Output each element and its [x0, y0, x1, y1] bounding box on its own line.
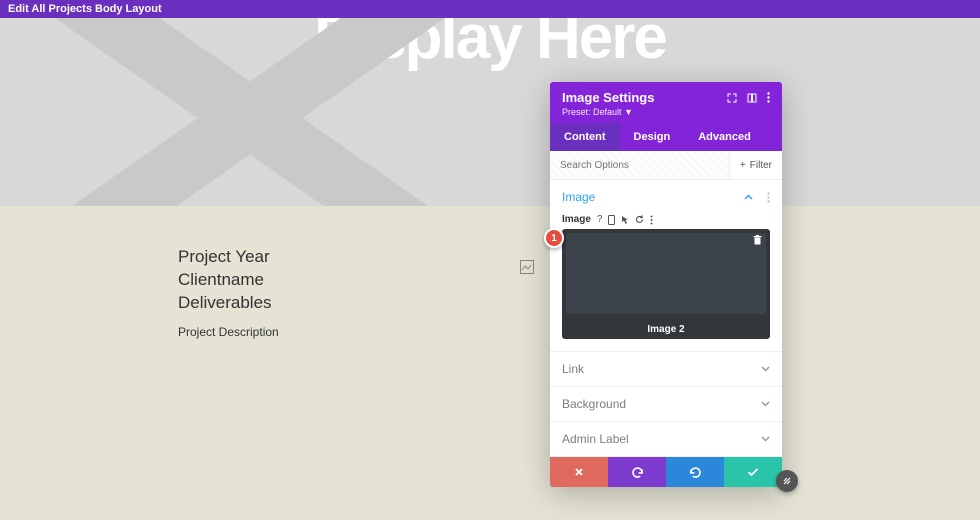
project-description: Project Description [178, 325, 518, 339]
project-client: Clientname [178, 270, 264, 289]
image-preview[interactable]: Image 2 [562, 229, 770, 339]
filter-button[interactable]: + Filter [729, 151, 782, 179]
project-year: Project Year [178, 247, 270, 266]
section-admin-label: Admin Label [550, 422, 782, 457]
help-icon[interactable]: ? [597, 214, 603, 225]
project-info: Project Year Clientname Deliverables Pro… [178, 246, 518, 339]
more-icon[interactable] [767, 92, 770, 103]
panel-actions [550, 457, 782, 487]
panel-search-row: + Filter [550, 151, 782, 180]
section-more-icon[interactable] [767, 192, 770, 203]
section-background-title: Background [562, 397, 626, 411]
tab-content[interactable]: Content [550, 123, 620, 151]
panel-tabs: Content Design Advanced [550, 123, 782, 151]
section-image-head[interactable]: Image [550, 180, 782, 214]
device-icon[interactable] [608, 215, 615, 225]
field-more-icon[interactable] [650, 215, 653, 225]
undo-button[interactable] [608, 457, 666, 487]
image-field-label: Image [562, 214, 591, 225]
hero-text: Display Here [314, 18, 666, 73]
image-settings-panel: Image Settings Preset: Default ▼ Content… [550, 82, 782, 487]
hover-icon[interactable] [621, 215, 629, 225]
save-button[interactable] [724, 457, 782, 487]
chevron-up-icon [744, 194, 753, 200]
filter-label: Filter [750, 160, 772, 171]
reset-icon[interactable] [635, 215, 644, 224]
project-deliverables: Deliverables [178, 293, 272, 312]
panel-header[interactable]: Image Settings Preset: Default ▼ [550, 82, 782, 123]
redo-button[interactable] [666, 457, 724, 487]
project-heading: Project Year Clientname Deliverables [178, 246, 518, 315]
discard-button[interactable] [550, 457, 608, 487]
top-bar: Edit All Projects Body Layout [0, 0, 980, 18]
resize-handle[interactable] [776, 470, 798, 492]
section-image-body: Image ? Image 2 [550, 214, 782, 351]
panel-title: Image Settings [562, 90, 654, 105]
top-bar-title: Edit All Projects Body Layout [8, 3, 162, 15]
content-band: Project Year Clientname Deliverables Pro… [0, 206, 980, 399]
search-input[interactable] [550, 152, 729, 179]
section-image-title: Image [562, 190, 595, 204]
callout-marker-1: 1 [544, 228, 564, 248]
section-admin-label-title: Admin Label [562, 432, 629, 446]
snap-icon[interactable] [747, 93, 757, 103]
image-caption: Image 2 [562, 318, 770, 339]
tab-advanced[interactable]: Advanced [684, 123, 765, 151]
chevron-down-icon [761, 436, 770, 442]
section-background: Background [550, 387, 782, 422]
image-field-label-row: Image ? [562, 214, 770, 225]
image-preview-inner [566, 233, 766, 314]
section-link-head[interactable]: Link [550, 352, 782, 386]
section-link: Link [550, 352, 782, 387]
broken-image-icon[interactable] [520, 260, 534, 274]
section-admin-label-head[interactable]: Admin Label [550, 422, 782, 456]
chevron-down-icon [761, 366, 770, 372]
plus-icon: + [740, 160, 746, 171]
panel-preset[interactable]: Preset: Default ▼ [562, 107, 770, 117]
tab-design[interactable]: Design [620, 123, 685, 151]
section-image: Image Image ? [550, 180, 782, 352]
hero-background: Display Here [0, 18, 980, 206]
section-link-title: Link [562, 362, 584, 376]
trash-icon[interactable] [753, 235, 762, 245]
expand-icon[interactable] [727, 93, 737, 103]
chevron-down-icon [761, 401, 770, 407]
section-background-head[interactable]: Background [550, 387, 782, 421]
